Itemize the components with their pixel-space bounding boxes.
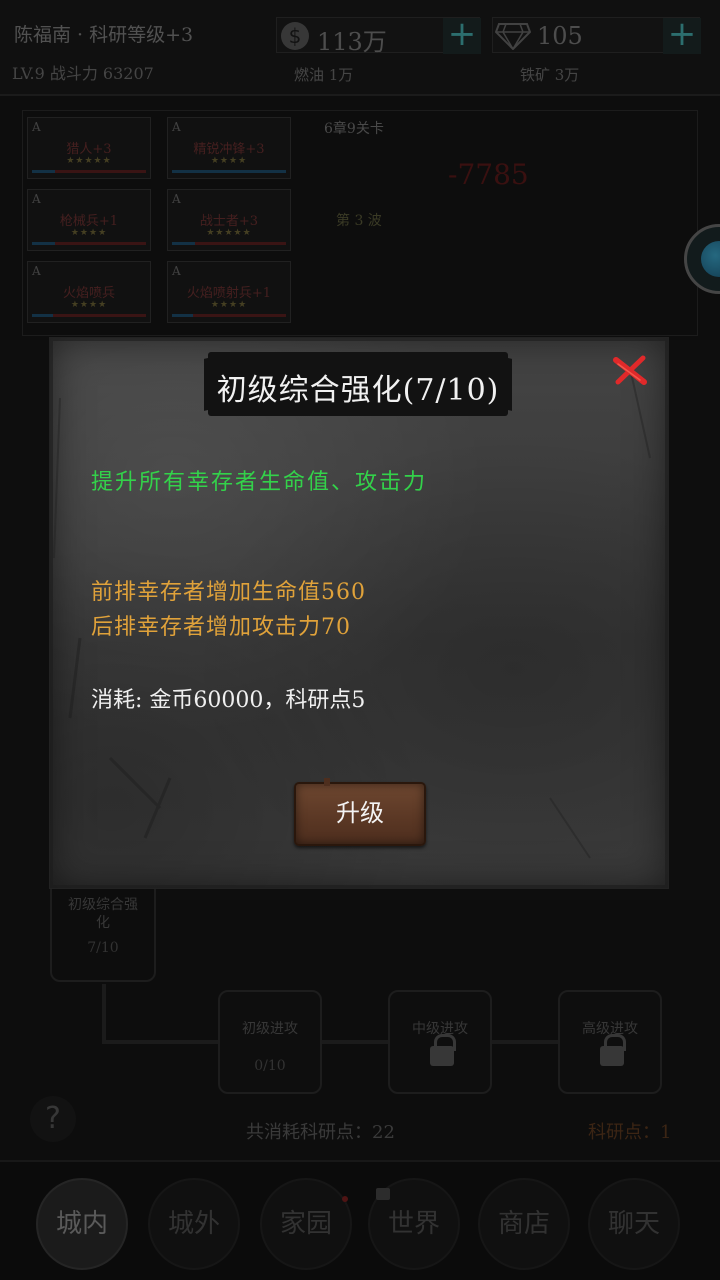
upgrade-description: 提升所有幸存者生命值、攻击力 — [91, 470, 428, 495]
close-button[interactable] — [610, 352, 650, 388]
effect-back-row: 后排幸存者增加攻击力70 — [91, 615, 351, 640]
upgrade-button[interactable]: 升级 — [294, 778, 426, 846]
upgrade-cost: 消耗: 金币60000，科研点5 — [91, 688, 366, 713]
effect-front-row: 前排幸存者增加生命值560 — [91, 580, 366, 605]
close-icon — [613, 355, 647, 385]
dialog-title-banner: 初级综合强化(7/10) — [208, 352, 508, 416]
dialog-title: 初级综合强化(7/10) — [216, 373, 500, 408]
upgrade-dialog: 初级综合强化(7/10) 提升所有幸存者生命值、攻击力 前排幸存者增加生命值56… — [50, 338, 668, 888]
